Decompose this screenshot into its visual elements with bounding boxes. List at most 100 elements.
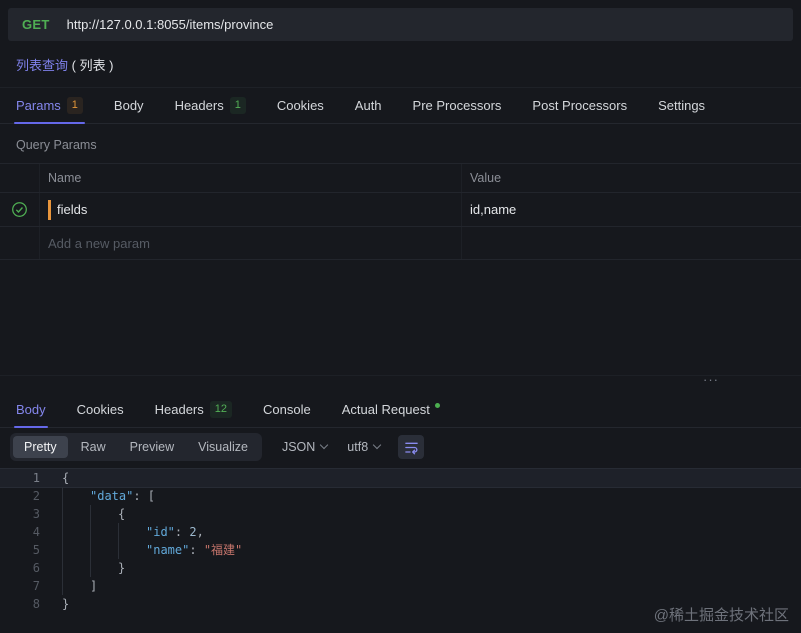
token-punct: : [	[133, 487, 155, 505]
breadcrumb-suffix: ( 列表 )	[68, 58, 114, 73]
param-row: fields id,name	[0, 193, 801, 227]
tab-label: Pre Processors	[413, 98, 502, 113]
tab-label: Headers	[175, 98, 224, 113]
word-wrap-icon	[404, 440, 419, 455]
request-tab-headers[interactable]: Headers 1	[175, 88, 246, 123]
response-tabs: Body Cookies Headers12 Console Actual Reques…	[0, 391, 801, 428]
token-key: "data"	[90, 487, 133, 505]
indent-guide	[90, 505, 118, 523]
token-str: "福建"	[204, 541, 242, 559]
indent-guide	[118, 541, 146, 559]
line-number: 8	[0, 595, 40, 613]
add-param-row[interactable]: Add a new param	[0, 227, 801, 260]
code-line: 4"id": 2,	[0, 523, 801, 541]
token-punct: }	[62, 595, 69, 613]
line-number: 6	[0, 559, 40, 577]
add-param-placeholder[interactable]: Add a new param	[40, 227, 462, 259]
token-key: "id"	[146, 523, 175, 541]
resize-handle-icon[interactable]: ···	[703, 372, 719, 387]
tab-label: Actual Request	[342, 402, 430, 417]
request-tab-post-processors[interactable]: Post Processors	[532, 88, 627, 123]
request-tab-body[interactable]: Body	[114, 88, 144, 123]
indent-guide	[90, 541, 118, 559]
indent-guide	[62, 505, 90, 523]
tab-label: Cookies	[277, 98, 324, 113]
panel-divider: ···	[0, 375, 801, 391]
request-tab-params[interactable]: Params1	[16, 88, 83, 123]
token-punct: :	[175, 523, 189, 541]
query-params-label: Query Params	[0, 124, 801, 163]
request-tabs: Params1 Body Headers 1 Cookies Auth Pre Proces…	[0, 87, 801, 124]
param-value-cell: id,name	[462, 202, 801, 217]
word-wrap-button[interactable]	[398, 435, 424, 459]
token-punct: ,	[197, 523, 204, 541]
param-name-input[interactable]: fields	[57, 202, 87, 217]
breadcrumb-link[interactable]: 列表查询	[16, 58, 68, 73]
token-num: 2	[189, 523, 196, 541]
breadcrumb: 列表查询 ( 列表 )	[0, 41, 801, 87]
request-tab-cookies[interactable]: Cookies	[277, 88, 324, 123]
request-tab-pre-processors[interactable]: Pre Processors	[413, 88, 502, 123]
check-circle-icon[interactable]	[11, 201, 28, 218]
column-header-name: Name	[40, 164, 462, 192]
request-url-bar[interactable]: GET http://127.0.0.1:8055/items/province	[8, 8, 793, 41]
token-punct: {	[62, 469, 69, 487]
http-method-badge[interactable]: GET	[22, 17, 50, 32]
tab-label: Console	[263, 402, 311, 417]
line-content: }	[62, 559, 125, 577]
params-table-header: Name Value	[0, 163, 801, 193]
token-punct: {	[118, 505, 125, 523]
request-tab-auth[interactable]: Auth	[355, 88, 382, 123]
indent-guide	[118, 523, 146, 541]
tab-label: Headers	[155, 402, 204, 417]
line-content: }	[62, 595, 69, 613]
response-body-viewer[interactable]: 1{2"data": [3{4"id": 2,5"name": "福建"6}7]…	[0, 466, 801, 633]
params-gutter	[0, 164, 40, 192]
code-line: 2 "data": [	[0, 487, 801, 505]
line-number: 7	[0, 577, 40, 595]
view-mode-raw[interactable]: Raw	[70, 436, 117, 458]
tab-count-badge: 1	[230, 97, 246, 114]
tab-label: Settings	[658, 98, 705, 113]
param-enabled-cell	[0, 193, 40, 226]
line-number: 1	[0, 469, 40, 487]
view-mode-visualize[interactable]: Visualize	[187, 436, 259, 458]
tab-count-badge: 1	[67, 97, 83, 114]
line-content: ]	[62, 577, 97, 595]
response-tab-cookies[interactable]: Cookies	[77, 391, 124, 427]
chevron-down-icon	[373, 441, 381, 449]
request-url-input[interactable]: http://127.0.0.1:8055/items/province	[67, 17, 274, 32]
code-line: 1{	[0, 469, 801, 487]
token-key: "name"	[146, 541, 189, 559]
param-value-input[interactable]: id,name	[470, 202, 516, 217]
request-tab-settings[interactable]: Settings	[658, 88, 705, 123]
view-mode-pretty[interactable]: Pretty	[13, 436, 68, 458]
response-toolbar: PrettyRawPreviewVisualize JSON utf8	[0, 428, 801, 466]
add-param-gutter	[0, 227, 40, 259]
code-line: 6}	[0, 559, 801, 577]
token-punct: :	[189, 541, 203, 559]
code-line: 5"name": "福建"	[0, 541, 801, 559]
line-number: 2	[0, 487, 40, 505]
encoding-select[interactable]: utf8	[347, 440, 380, 454]
tab-label: Post Processors	[532, 98, 627, 113]
indent-guide	[62, 487, 90, 505]
format-select[interactable]: JSON	[282, 440, 327, 454]
param-name-cell: fields	[40, 193, 462, 226]
response-tab-console[interactable]: Console	[263, 391, 311, 427]
view-mode-preview[interactable]: Preview	[119, 436, 185, 458]
token-punct: ]	[90, 577, 97, 595]
response-tab-body[interactable]: Body	[16, 391, 46, 427]
tab-label: Cookies	[77, 402, 124, 417]
code-line: 3{	[0, 505, 801, 523]
line-number: 3	[0, 505, 40, 523]
modified-marker	[48, 200, 51, 220]
column-header-value: Value	[462, 171, 801, 185]
response-tab-actual-request[interactable]: Actual Request	[342, 391, 440, 427]
indent-guide	[90, 523, 118, 541]
code-line: 7]	[0, 577, 801, 595]
response-tab-headers[interactable]: Headers12	[155, 391, 232, 427]
empty-area	[0, 260, 801, 375]
encoding-select-value: utf8	[347, 440, 368, 454]
tab-label: Body	[114, 98, 144, 113]
